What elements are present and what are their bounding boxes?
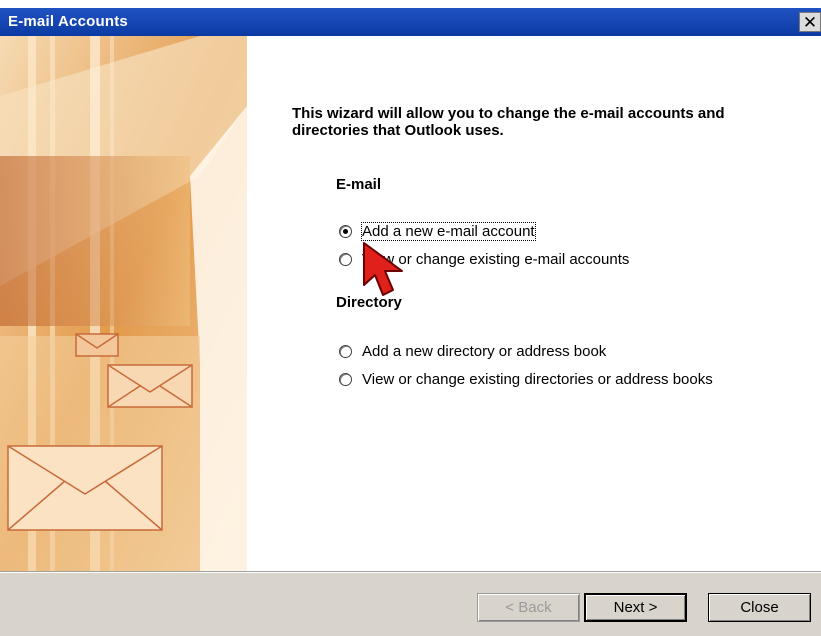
back-button[interactable]: < Back [477,593,580,622]
radio-selected-icon [339,225,352,238]
add-email-account-radio[interactable]: Add a new e-mail account [339,222,536,241]
close-button[interactable]: Close [708,593,811,622]
add-directory-radio[interactable]: Add a new directory or address book [339,343,606,360]
wizard-banner-image [0,36,247,572]
radio-unselected-icon [339,373,352,386]
pointer-cursor-icon [363,242,403,296]
window-title: E-mail Accounts [8,13,128,30]
radio-unselected-icon [339,253,352,266]
next-button[interactable]: Next > [584,593,687,622]
view-directories-radio[interactable]: View or change existing directories or a… [339,371,713,388]
wizard-content: This wizard will allow you to change the… [247,36,821,572]
intro-text: This wizard will allow you to change the… [292,105,725,139]
add-directory-label: Add a new directory or address book [362,343,607,360]
view-directories-label: View or change existing directories or a… [362,371,713,388]
email-heading: E-mail [336,176,382,193]
title-bar: E-mail Accounts ✕ [0,8,821,36]
wizard-footer: < Back Next > Close [0,571,821,636]
close-window-button[interactable]: ✕ [799,12,821,32]
radio-unselected-icon [339,345,352,358]
add-email-account-label: Add a new e-mail account [361,222,536,241]
